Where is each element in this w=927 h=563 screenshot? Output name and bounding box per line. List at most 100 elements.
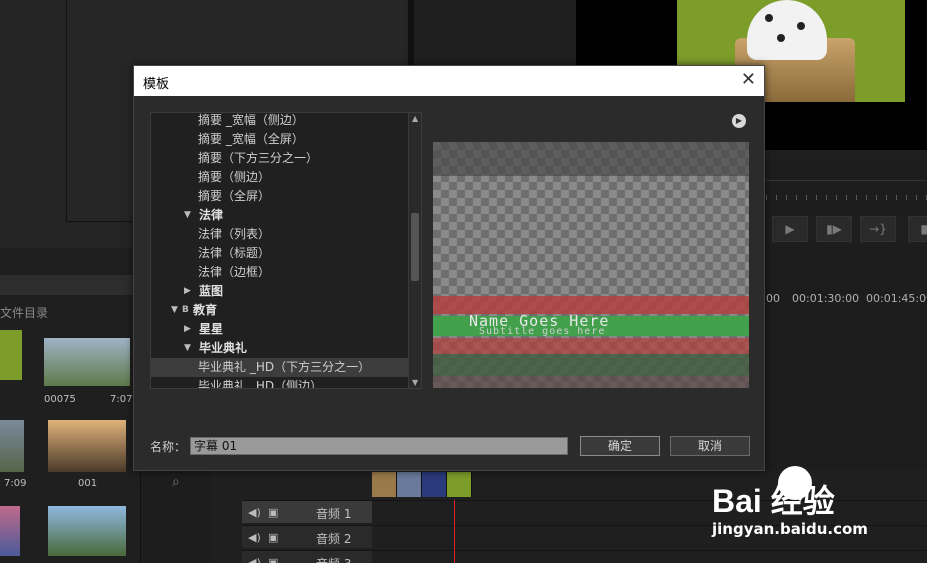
- tree-item[interactable]: 摘要（侧边）: [151, 168, 409, 187]
- scrollbar-thumb[interactable]: [411, 213, 419, 281]
- ok-button[interactable]: 确定: [580, 436, 660, 456]
- clip-thumbnail[interactable]: [44, 338, 130, 386]
- tree-item[interactable]: ▼ 法律: [151, 206, 409, 225]
- preview-band: [433, 338, 749, 354]
- template-preview: Name Goes Here Subtitle goes here: [433, 142, 749, 388]
- preview-subtitle-text: Subtitle goes here: [479, 326, 606, 337]
- dialog-titlebar[interactable]: 模板 ✕: [134, 66, 764, 96]
- tree-item-label: 摘要（侧边）: [198, 170, 271, 184]
- tree-item[interactable]: ▶ 蓝图: [151, 282, 409, 301]
- timeline-timecodes: 00 00:01:30:00 00:01:45:00: [766, 288, 927, 310]
- expand-down-icon[interactable]: ▼: [184, 339, 191, 358]
- clip-duration: 7:09: [4, 478, 27, 489]
- tree-item-label: 毕业典礼 _HD（下方三分之一）: [198, 360, 371, 374]
- expand-right-icon[interactable]: ▶: [184, 282, 191, 301]
- preview-band: [433, 142, 749, 176]
- timecode-label: 00:01:30:00: [792, 292, 860, 305]
- tree-item-label: 法律（边框）: [198, 265, 271, 279]
- zoom-icon[interactable]: ⌕: [172, 474, 180, 490]
- tree-item[interactable]: ▼ 毕业典礼: [151, 339, 409, 358]
- timecode-label: 00:01:45:00: [866, 292, 927, 305]
- clip-thumbnail[interactable]: [0, 420, 24, 472]
- tree-item-label: 星星: [199, 322, 224, 336]
- speaker-icon[interactable]: ◀): [248, 556, 261, 563]
- speaker-icon[interactable]: ◀): [248, 531, 261, 544]
- tree-item[interactable]: 摘要（全屏）: [151, 187, 409, 206]
- dog-spot: [765, 14, 773, 22]
- track-name: 音频 2: [316, 532, 352, 546]
- tree-item[interactable]: 摘要（下方三分之一）: [151, 149, 409, 168]
- scroll-down-icon[interactable]: ▼: [412, 378, 418, 387]
- video-clip-strip[interactable]: [372, 472, 472, 497]
- playhead[interactable]: [454, 500, 455, 563]
- tree-item[interactable]: ▶ 星星: [151, 320, 409, 339]
- expand-down-icon[interactable]: ▼: [171, 301, 178, 320]
- scroll-up-icon[interactable]: ▲: [412, 114, 418, 123]
- go-to-out-button[interactable]: →}: [860, 216, 896, 242]
- track-header[interactable]: ◀) ▣ 音频 2: [242, 526, 372, 548]
- expand-down-icon[interactable]: ▼: [184, 206, 191, 225]
- timecode-label: 00: [766, 292, 780, 305]
- dialog-title: 模板: [143, 77, 170, 92]
- watermark-url: jingyan.baidu.com: [712, 520, 868, 538]
- template-dialog: 模板 ✕ 毕业典礼 _HD（侧边） 毕业典礼 _HD（下方三分之一） ▼ 毕业典礼 ▶ 星…: [133, 65, 765, 471]
- dog-spot: [777, 34, 785, 42]
- clip-thumbnail[interactable]: [48, 420, 126, 472]
- clip-duration: 7:07: [110, 394, 133, 405]
- clip-frame: [447, 472, 472, 497]
- tree-item-label: 毕业典礼 _HD（侧边）: [198, 379, 323, 389]
- tree-item[interactable]: 摘要 _宽幅（侧边）: [151, 113, 409, 130]
- expand-right-icon[interactable]: ▶: [184, 320, 191, 339]
- speaker-icon[interactable]: ◀): [248, 506, 261, 519]
- tree-item-label: 摘要（下方三分之一）: [198, 151, 319, 165]
- time-ruler[interactable]: [766, 180, 927, 200]
- sync-lock-icon[interactable]: ▣: [268, 506, 278, 519]
- tree-item-label: 摘要 _宽幅（侧边）: [198, 113, 304, 127]
- template-tree[interactable]: 毕业典礼 _HD（侧边） 毕业典礼 _HD（下方三分之一） ▼ 毕业典礼 ▶ 星星 ▼ B 教育…: [150, 112, 422, 389]
- clip-name: 001: [78, 478, 98, 489]
- tree-item[interactable]: 法律（列表）: [151, 225, 409, 244]
- clip-thumbnail[interactable]: [0, 506, 20, 556]
- dog-spot: [797, 22, 805, 30]
- play-button[interactable]: ▶: [772, 216, 808, 242]
- tree-item-label: 毕业典礼: [199, 341, 248, 355]
- baidu-watermark: Bai 经验 jingyan.baidu.com: [712, 462, 882, 542]
- preview-band: [433, 376, 749, 388]
- tree-item-label: 法律: [199, 208, 224, 222]
- dog-shape: [747, 0, 827, 60]
- sync-lock-icon[interactable]: ▣: [268, 556, 278, 563]
- cancel-button[interactable]: 取消: [670, 436, 750, 456]
- track-row[interactable]: ◀) ▣ 音频 3: [242, 550, 927, 563]
- tree-item-label: 摘要（全屏）: [198, 189, 271, 203]
- tree-item-label: 摘要 _宽幅（全屏）: [198, 132, 304, 146]
- clip-thumbnail[interactable]: [0, 330, 22, 380]
- tree-item[interactable]: 毕业典礼 _HD（下方三分之一）: [151, 358, 409, 377]
- tree-item-label: 教育: [193, 303, 218, 317]
- name-label: 名称：: [150, 440, 187, 454]
- play-preview-icon[interactable]: ▶: [732, 114, 746, 128]
- project-search-bar[interactable]: [0, 275, 140, 295]
- tree-scrollbar[interactable]: ▲ ▼: [408, 113, 421, 388]
- track-name: 音频 1: [316, 507, 352, 521]
- track-header[interactable]: ◀) ▣ 音频 1: [242, 501, 372, 523]
- tree-item-label: 法律（列表）: [198, 227, 271, 241]
- tree-item[interactable]: 法律（边框）: [151, 263, 409, 282]
- clip-name: 00075: [44, 394, 76, 405]
- sync-lock-icon[interactable]: ▣: [268, 531, 278, 544]
- tree-item-label: 法律（标题）: [198, 246, 271, 260]
- category-badge: B: [182, 305, 189, 315]
- export-frame-button[interactable]: ■: [908, 216, 927, 242]
- track-header[interactable]: ◀) ▣ 音频 3: [242, 551, 372, 563]
- close-icon[interactable]: ✕: [741, 69, 756, 90]
- clip-thumbnail[interactable]: [48, 506, 126, 556]
- step-forward-button[interactable]: ▮▶: [816, 216, 852, 242]
- name-input[interactable]: 字幕 01: [190, 437, 568, 455]
- tree-item[interactable]: ▼ B 教育: [151, 301, 409, 320]
- track-name: 音频 3: [316, 555, 351, 563]
- clip-frame: [422, 472, 447, 497]
- watermark-brand: Bai 经验: [712, 483, 835, 519]
- tree-item[interactable]: 法律（标题）: [151, 244, 409, 263]
- tree-item[interactable]: 摘要 _宽幅（全屏）: [151, 130, 409, 149]
- tree-item[interactable]: 毕业典礼 _HD（侧边）: [151, 377, 409, 389]
- preview-band: [433, 354, 749, 376]
